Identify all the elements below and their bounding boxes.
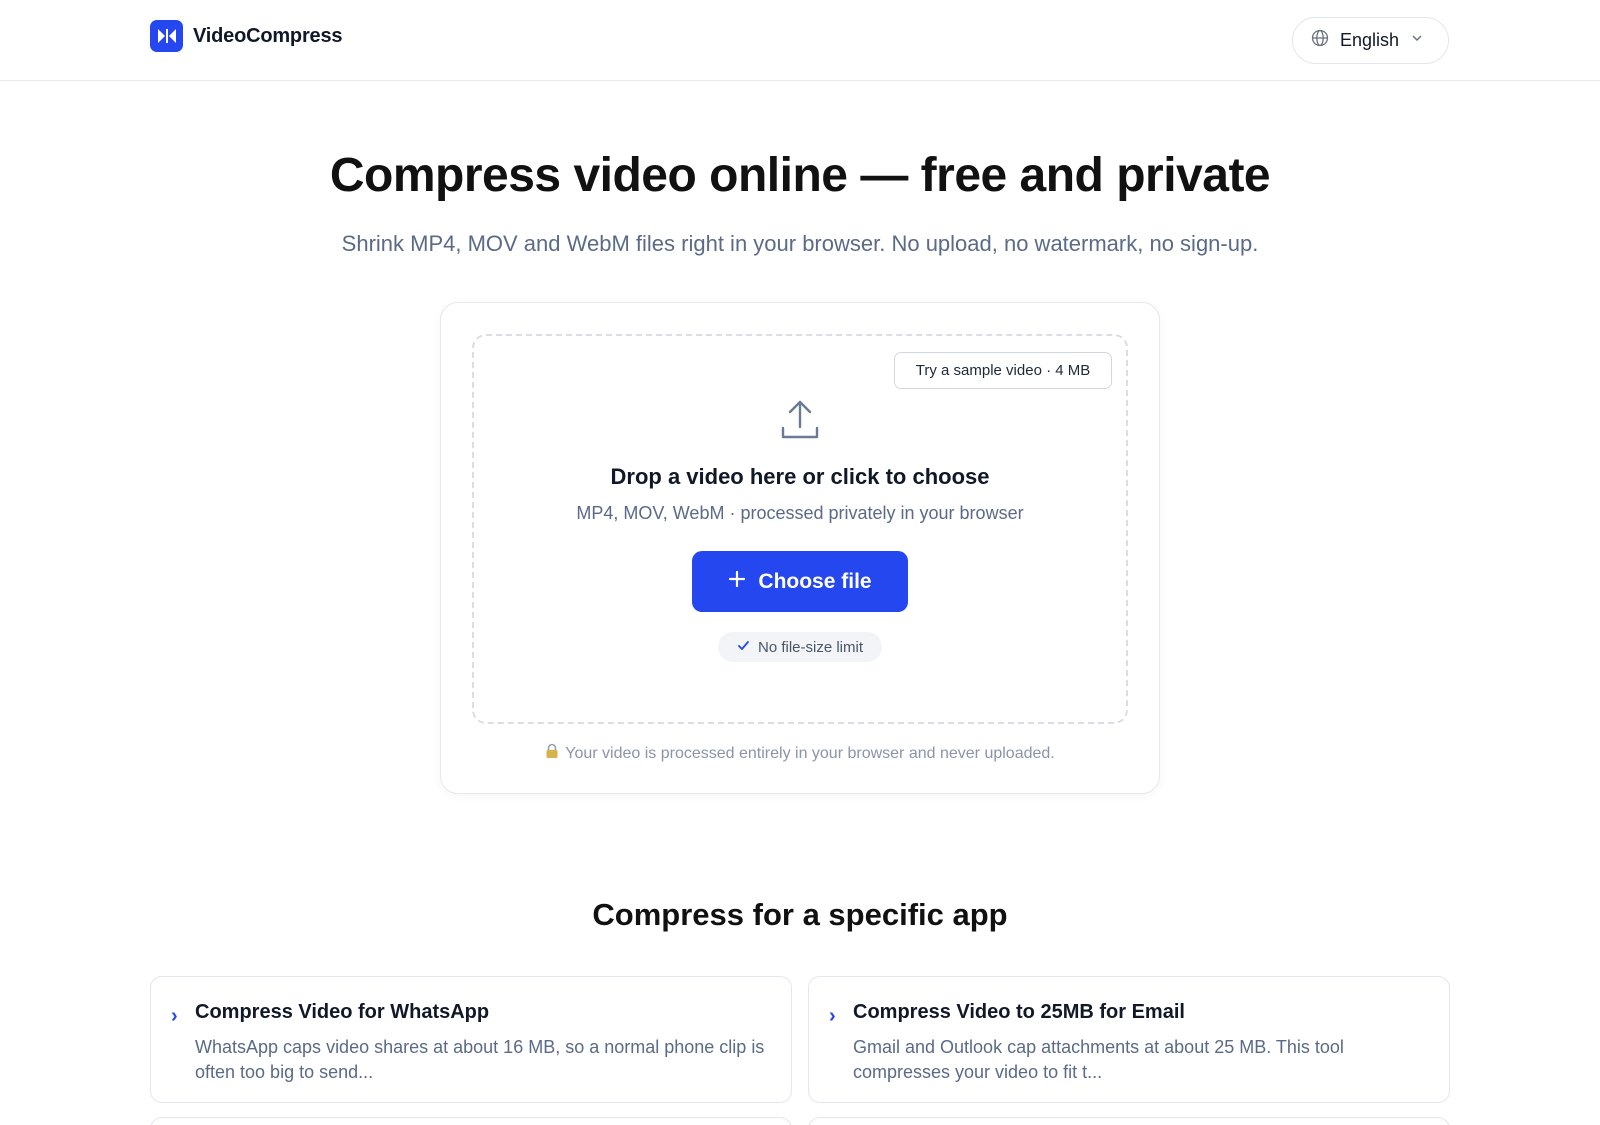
app-card-partial[interactable] xyxy=(808,1117,1450,1125)
sample-video-button[interactable]: Try a sample video · 4 MB xyxy=(894,352,1112,389)
app-card-email[interactable]: › Compress Video to 25MB for Email Gmail… xyxy=(808,976,1450,1103)
choose-file-label: Choose file xyxy=(758,569,872,593)
chevron-down-icon xyxy=(1410,31,1424,50)
file-size-badge: No file-size limit xyxy=(718,632,882,662)
section-title: Compress for a specific app xyxy=(592,897,1008,932)
app-card-title: Compress Video for WhatsApp xyxy=(195,1001,490,1023)
choose-file-button[interactable]: Choose file xyxy=(692,551,908,612)
globe-icon xyxy=(1311,29,1329,52)
app-card-description: Gmail and Outlook cap attachments at abo… xyxy=(853,1037,1344,1082)
app-card-partial[interactable] xyxy=(150,1117,792,1125)
language-selector[interactable]: English xyxy=(1292,17,1449,64)
drop-subtitle: MP4, MOV, WebM · processed privately in … xyxy=(576,503,1024,523)
brand-name: VideoCompress xyxy=(193,24,343,47)
privacy-note-text: Your video is processed entirely in your… xyxy=(565,744,1055,762)
privacy-note: Your video is processed entirely in your… xyxy=(440,743,1160,764)
page-title: Compress video online — free and private xyxy=(329,149,1271,202)
drop-title: Drop a video here or click to choose xyxy=(610,464,990,489)
app-card-title: Compress Video to 25MB for Email xyxy=(853,1001,1185,1023)
upload-icon xyxy=(779,398,821,442)
app-card-description: WhatsApp caps video shares at about 16 M… xyxy=(195,1037,765,1082)
language-label: English xyxy=(1340,30,1400,50)
chevron-right-icon: › xyxy=(171,1005,178,1027)
lock-icon xyxy=(545,743,559,764)
site-header: VideoCompress English xyxy=(0,0,1600,81)
app-card-whatsapp[interactable]: › Compress Video for WhatsApp WhatsApp c… xyxy=(150,976,792,1103)
plus-icon xyxy=(728,570,746,594)
brand-logo[interactable]: VideoCompress xyxy=(150,20,343,52)
chevron-right-icon: › xyxy=(829,1005,836,1027)
logo-icon xyxy=(150,20,183,52)
page-subtitle: Shrink MP4, MOV and WebM files right in … xyxy=(341,231,1259,256)
check-icon xyxy=(737,639,750,656)
file-size-badge-label: No file-size limit xyxy=(757,638,863,656)
drop-zone[interactable] xyxy=(472,334,1128,724)
